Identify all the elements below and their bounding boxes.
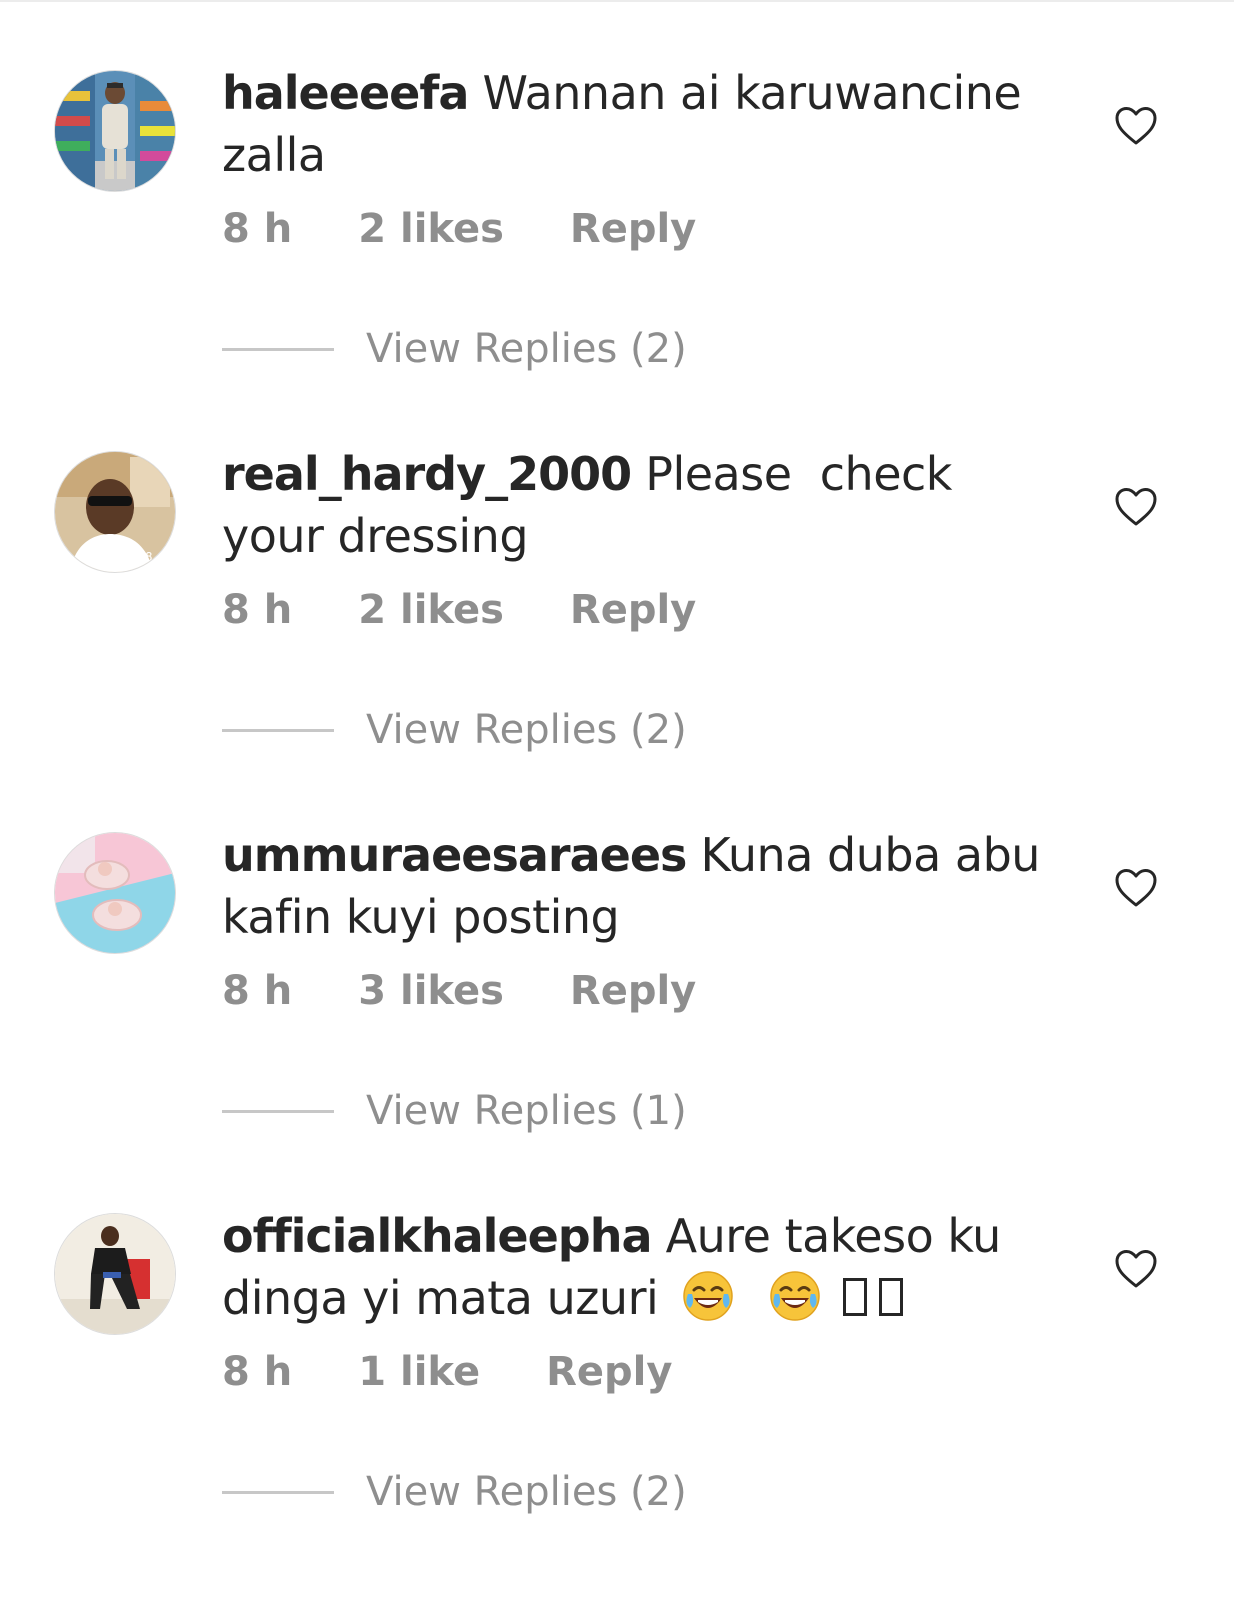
comment-item: officialkhaleepha Aure takeso ku dinga y… <box>0 1143 1234 1523</box>
view-replies-label: View Replies (2) <box>366 326 687 372</box>
view-replies-button[interactable]: View Replies (2) <box>222 326 687 372</box>
reply-button[interactable]: Reply <box>570 587 696 633</box>
comment-item: JUL 7, 2018 real_hardy_2000 Please check… <box>0 381 1234 761</box>
comment-likes[interactable]: 3 likes <box>358 968 504 1014</box>
face-with-tears-of-joy-icon <box>683 1271 734 1321</box>
comment-likes[interactable]: 1 like <box>358 1349 480 1395</box>
comment-time: 8 h <box>222 968 293 1014</box>
face-with-tears-of-joy-icon <box>769 1271 820 1321</box>
heart-outline-icon[interactable] <box>1114 487 1158 527</box>
avatar-date-caption: JUL 7, 2018 <box>78 550 152 564</box>
replies-divider <box>222 1109 334 1113</box>
replies-divider <box>222 347 334 351</box>
comment-text-block: real_hardy_2000 Please check your dressi… <box>222 443 1052 567</box>
view-replies-button[interactable]: View Replies (2) <box>222 707 687 753</box>
comment-username[interactable]: ummuraeesaraees <box>222 828 687 882</box>
comment-meta: 8 h 2 likes Reply <box>222 587 696 633</box>
comment-time: 8 h <box>222 206 293 252</box>
avatar[interactable] <box>54 1213 176 1335</box>
comment-item: haleeeefa Wannan ai karuwancine zalla 8 … <box>0 0 1234 380</box>
view-replies-label: View Replies (1) <box>366 1088 687 1134</box>
comment-username[interactable]: haleeeefa <box>222 66 469 120</box>
avatar[interactable] <box>54 70 176 192</box>
comment-likes[interactable]: 2 likes <box>358 587 504 633</box>
comment-text-block: haleeeefa Wannan ai karuwancine zalla <box>222 62 1052 186</box>
reply-button[interactable]: Reply <box>546 1349 672 1395</box>
missing-glyph-icon <box>842 1278 867 1316</box>
avatar-photo-shoes <box>55 833 175 953</box>
view-replies-label: View Replies (2) <box>366 1469 687 1515</box>
missing-glyph-icon <box>878 1278 903 1316</box>
comment-meta: 8 h 3 likes Reply <box>222 968 696 1014</box>
view-replies-button[interactable]: View Replies (2) <box>222 1469 687 1515</box>
reply-button[interactable]: Reply <box>570 968 696 1014</box>
comment-time: 8 h <box>222 587 293 633</box>
comment-likes[interactable]: 2 likes <box>358 206 504 252</box>
avatar-photo-man-sitting <box>55 1214 175 1334</box>
avatar-photo-store-aisle <box>55 71 175 191</box>
comment-text-block: officialkhaleepha Aure takeso ku dinga y… <box>222 1205 1052 1329</box>
reply-button[interactable]: Reply <box>570 206 696 252</box>
comment-meta: 8 h 1 like Reply <box>222 1349 672 1395</box>
view-replies-button[interactable]: View Replies (1) <box>222 1088 687 1134</box>
avatar[interactable] <box>54 832 176 954</box>
comment-username[interactable]: officialkhaleepha <box>222 1209 653 1263</box>
comment-time: 8 h <box>222 1349 293 1395</box>
view-replies-label: View Replies (2) <box>366 707 687 753</box>
replies-divider <box>222 1490 334 1494</box>
heart-outline-icon[interactable] <box>1114 1249 1158 1289</box>
avatar[interactable]: JUL 7, 2018 <box>54 451 176 573</box>
replies-divider <box>222 728 334 732</box>
heart-outline-icon[interactable] <box>1114 106 1158 146</box>
comment-item: ummuraeesaraees Kuna duba abu kafin kuyi… <box>0 762 1234 1142</box>
heart-outline-icon[interactable] <box>1114 868 1158 908</box>
comment-meta: 8 h 2 likes Reply <box>222 206 696 252</box>
comment-text-block: ummuraeesaraees Kuna duba abu kafin kuyi… <box>222 824 1052 948</box>
comment-username[interactable]: real_hardy_2000 <box>222 447 632 501</box>
